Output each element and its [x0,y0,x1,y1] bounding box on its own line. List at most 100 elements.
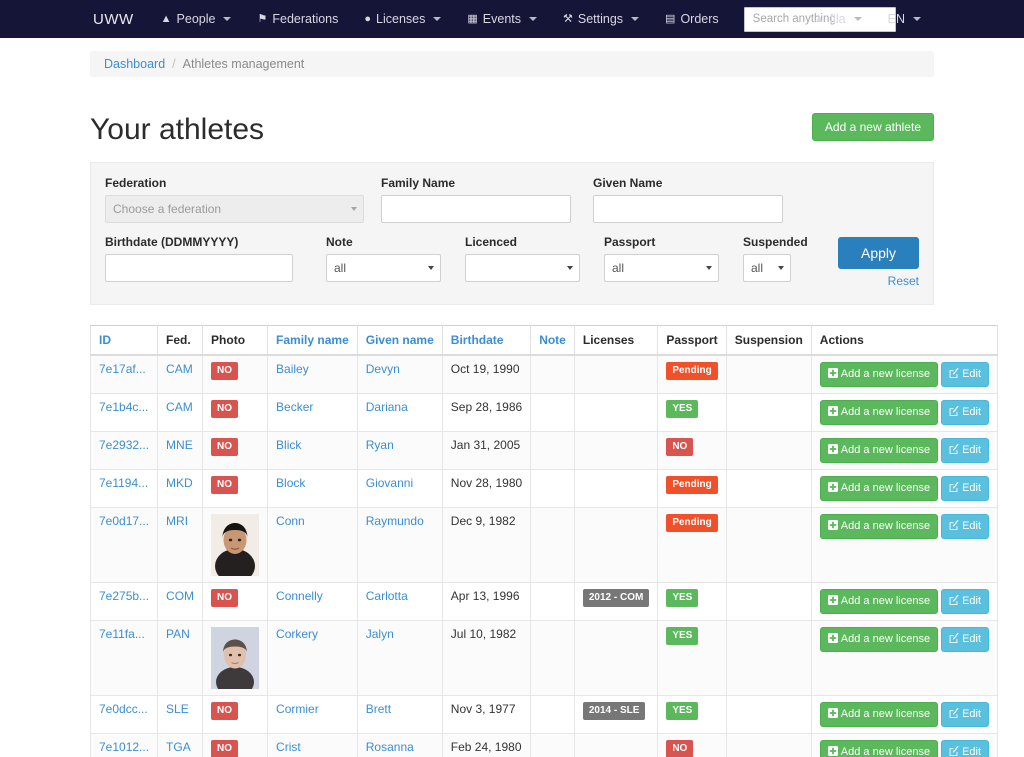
table-row[interactable]: 7e1b4c... CAM NO Becker Dariana Sep 28, 1986 Y… [89,393,999,432]
family-name-input[interactable] [381,195,571,223]
given-name-link[interactable]: Rosanna [366,740,414,754]
federation-link[interactable]: TGA [166,740,191,754]
add-license-button[interactable]: Add a new license [819,362,939,387]
edit-button[interactable]: Edit [941,362,990,387]
nav-item-licenses[interactable]: ● Licenses [351,0,454,38]
family-name-link[interactable]: Bailey [276,362,309,376]
add-license-button[interactable]: Add a new license [819,400,939,425]
cell-given-name: Dariana [356,393,443,432]
column-header-family-name[interactable]: Family name [267,325,358,356]
pencil-icon [949,519,959,533]
suspended-select[interactable] [742,254,791,282]
edit-button[interactable]: Edit [941,740,990,757]
nav-item-settings[interactable]: ⚒ Settings [550,0,652,38]
brand-logo[interactable]: UWW [93,11,148,28]
table-row[interactable]: 7e11fa... PAN Corkery Jalyn Jul 10, 1982 YES A… [89,620,999,696]
athlete-id-link[interactable]: 7e0dcc... [99,702,148,716]
add-license-button[interactable]: Add a new license [819,740,939,757]
edit-button[interactable]: Edit [941,702,990,727]
photo-missing-badge: NO [211,362,239,380]
add-license-button[interactable]: Add a new license [819,702,939,727]
note-select[interactable] [325,254,441,282]
athlete-id-link[interactable]: 7e17af... [99,362,146,376]
federation-link[interactable]: MKD [166,476,193,490]
cell-passport: Pending [657,507,727,583]
edit-button[interactable]: Edit [941,627,990,652]
apply-filters-button[interactable]: Apply [837,237,920,269]
column-header-birthdate[interactable]: Birthdate [441,325,532,356]
given-name-link[interactable]: Ryan [366,438,394,452]
family-name-link[interactable]: Block [276,476,305,490]
given-name-link[interactable]: Giovanni [366,476,413,490]
table-row[interactable]: 7e1012... TGA NO Crist Rosanna Feb 24, 1980 NO… [89,733,999,757]
licenced-select-wrap [464,254,580,282]
table-row[interactable]: 7e1194... MKD NO Block Giovanni Nov 28, 1980 P… [89,469,999,508]
federation-link[interactable]: CAM [166,362,193,376]
column-header-given-name[interactable]: Given name [356,325,443,356]
edit-button[interactable]: Edit [941,438,990,463]
add-license-button[interactable]: Add a new license [819,589,939,614]
nav-item-federations[interactable]: ⚑ Federations [244,0,351,38]
plus-icon [827,746,838,757]
athlete-id-link[interactable]: 7e275b... [99,589,149,603]
athlete-id-link[interactable]: 7e2932... [99,438,149,452]
passport-select[interactable] [603,254,719,282]
pencil-icon [949,367,959,381]
column-header-id[interactable]: ID [89,325,159,356]
column-header-note[interactable]: Note [530,325,575,356]
edit-button[interactable]: Edit [941,476,990,501]
edit-button[interactable]: Edit [941,400,990,425]
table-row[interactable]: 7e0dcc... SLE NO Cormier Brett Nov 3, 1977 201… [89,695,999,734]
cell-birthdate: Jan 31, 2005 [441,431,532,470]
add-license-button[interactable]: Add a new license [819,476,939,501]
family-name-link[interactable]: Cormier [276,702,319,716]
add-license-button[interactable]: Add a new license [819,438,939,463]
cell-family-name: Block [267,469,358,508]
athlete-id-link[interactable]: 7e11fa... [99,627,145,641]
filter-given-name: Given Name [593,176,805,223]
given-name-link[interactable]: Devyn [366,362,400,376]
federation-link[interactable]: MNE [166,438,193,452]
add-license-label: Add a new license [840,406,931,418]
federation-link[interactable]: MRI [166,514,188,528]
add-license-button[interactable]: Add a new license [819,514,939,539]
nav-item-people[interactable]: ▲ People [148,0,245,38]
federation-link[interactable]: CAM [166,400,193,414]
licenced-select[interactable] [464,254,580,282]
athlete-id-link[interactable]: 7e1012... [99,740,149,754]
reset-filters-link[interactable]: Reset [838,274,919,288]
family-name-link[interactable]: Corkery [276,627,318,641]
breadcrumb-dashboard[interactable]: Dashboard [104,57,165,71]
nav-item-orders[interactable]: ▤ Orders [652,0,732,38]
family-name-link[interactable]: Crist [276,740,301,754]
nav-item-events[interactable]: ▦ Events [454,0,550,38]
federation-link[interactable]: PAN [166,627,190,641]
family-name-link[interactable]: Connelly [276,589,323,603]
given-name-link[interactable]: Raymundo [366,514,424,528]
edit-button[interactable]: Edit [941,589,990,614]
athlete-id-link[interactable]: 7e1b4c... [99,400,148,414]
given-name-link[interactable]: Jalyn [366,627,394,641]
family-name-link[interactable]: Conn [276,514,305,528]
add-license-button[interactable]: Add a new license [819,627,939,652]
given-name-link[interactable]: Dariana [366,400,408,414]
language-menu[interactable]: EN [875,0,934,38]
family-name-link[interactable]: Becker [276,400,313,414]
federation-select[interactable] [105,195,364,223]
given-name-input[interactable] [593,195,783,223]
edit-button[interactable]: Edit [941,514,990,539]
table-row[interactable]: 7e275b... COM NO Connelly Carlotta Apr 13, 19… [89,582,999,621]
federation-link[interactable]: SLE [166,702,189,716]
athlete-id-link[interactable]: 7e1194... [99,476,148,490]
add-new-athlete-button[interactable]: Add a new athlete [811,113,934,141]
athlete-id-link[interactable]: 7e0d17... [99,514,149,528]
table-row[interactable]: 7e2932... MNE NO Blick Ryan Jan 31, 2005 NO Add… [89,431,999,470]
table-row[interactable]: 7e0d17... MRI Conn Raymundo Dec 9, 1982 Pendi… [89,507,999,583]
user-menu[interactable]: ▲ fila [801,0,875,38]
given-name-link[interactable]: Carlotta [366,589,408,603]
birthdate-input[interactable] [105,254,293,282]
table-row[interactable]: 7e17af... CAM NO Bailey Devyn Oct 19, 1990 Pen… [89,354,999,394]
family-name-link[interactable]: Blick [276,438,301,452]
given-name-link[interactable]: Brett [366,702,391,716]
federation-link[interactable]: COM [166,589,194,603]
